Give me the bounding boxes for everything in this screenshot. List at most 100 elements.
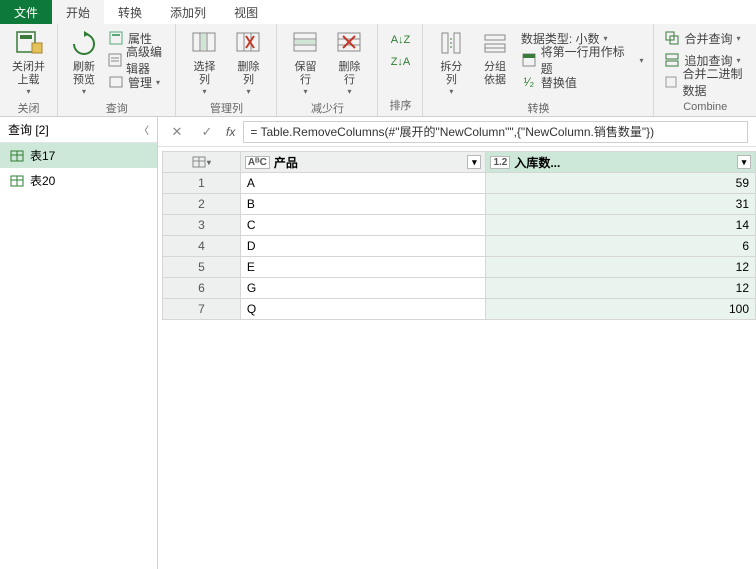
cell-product[interactable]: E (240, 257, 486, 278)
choose-columns-button[interactable]: 选择 列 ▾ (182, 26, 226, 98)
column-header-product[interactable]: AᴮC 产品 ▾ (240, 152, 486, 173)
cell-product[interactable]: A (240, 173, 486, 194)
query-item-0[interactable]: 表17 (0, 143, 157, 168)
cell-stock[interactable]: 6 (486, 236, 756, 257)
advanced-editor-button[interactable]: 高级编辑器 (104, 50, 169, 70)
replace-values-button[interactable]: ¹⁄₂ 替换值 (517, 72, 648, 92)
grid-corner[interactable]: ▾ (163, 152, 241, 173)
tab-transform[interactable]: 转换 (104, 0, 156, 24)
table-row[interactable]: 4D6 (163, 236, 756, 257)
group-close-label: 关闭 (6, 98, 51, 119)
collapse-pane-icon[interactable]: 〈 (139, 122, 149, 137)
formula-accept-button[interactable]: ✓ (196, 121, 218, 143)
group-combine: 合并查询 ▾ 追加查询 ▾ 合并二进制数据 Combine (654, 24, 756, 116)
tab-addcolumn[interactable]: 添加列 (156, 0, 220, 24)
refresh-label: 刷新 预览 (73, 61, 95, 87)
remove-columns-label: 删除 列 (237, 61, 259, 87)
group-reduce-rows: 保留 行 ▾ 删除 行 ▾ 减少行 (277, 24, 378, 116)
type-text-icon: AᴮC (245, 156, 270, 169)
keep-rows-button[interactable]: 保留 行 ▾ (283, 26, 327, 98)
dropdown-icon: ▾ (246, 87, 250, 96)
remove-rows-button[interactable]: 删除 行 ▾ (327, 26, 371, 98)
group-combine-label: Combine (660, 99, 750, 116)
replace-values-label: 替换值 (541, 74, 577, 91)
remove-columns-button[interactable]: 删除 列 ▾ (226, 26, 270, 98)
table-row[interactable]: 2B31 (163, 194, 756, 215)
sort-asc-button[interactable]: A↓Z (388, 30, 412, 50)
cell-product[interactable]: Q (240, 299, 486, 320)
row-header[interactable]: 1 (163, 173, 241, 194)
cell-product[interactable]: D (240, 236, 486, 257)
sort-asc-icon: A↓Z (392, 32, 408, 48)
column-header-stock[interactable]: 1.2 入库数... ▾ (486, 152, 756, 173)
cell-product[interactable]: C (240, 215, 486, 236)
dropdown-icon: ▾ (26, 87, 30, 96)
row-header[interactable]: 5 (163, 257, 241, 278)
queries-pane-title: 查询 [2] (8, 121, 49, 138)
split-column-button[interactable]: 拆分 列 ▾ (429, 26, 473, 98)
table-row[interactable]: 7Q100 (163, 299, 756, 320)
group-by-button[interactable]: 分组 依据 (473, 26, 517, 89)
cell-stock[interactable]: 59 (486, 173, 756, 194)
row-header[interactable]: 4 (163, 236, 241, 257)
cell-product[interactable]: G (240, 278, 486, 299)
sort-desc-button[interactable]: Z↓A (388, 52, 412, 72)
ribbon: 关闭并 上载 ▾ 关闭 刷新 预览 ▾ 属性 高级编 (0, 24, 756, 117)
dropdown-icon: ▾ (639, 56, 643, 65)
merge-queries-button[interactable]: 合并查询 ▾ (660, 28, 750, 48)
remove-rows-label: 删除 行 (338, 61, 360, 87)
table-row[interactable]: 6G12 (163, 278, 756, 299)
properties-icon (108, 30, 124, 46)
cell-product[interactable]: B (240, 194, 486, 215)
table-header-icon (521, 52, 537, 68)
table-row[interactable]: 3C14 (163, 215, 756, 236)
keep-rows-icon (289, 28, 321, 60)
tab-file[interactable]: 文件 (0, 0, 52, 24)
group-by-icon (479, 28, 511, 60)
tab-home[interactable]: 开始 (52, 0, 104, 24)
row-header[interactable]: 2 (163, 194, 241, 215)
row-header[interactable]: 7 (163, 299, 241, 320)
first-row-headers-button[interactable]: 将第一行用作标题 ▾ (517, 50, 648, 70)
dropdown-icon: ▾ (737, 34, 741, 43)
tab-view[interactable]: 视图 (220, 0, 272, 24)
table-icon (10, 174, 24, 188)
choose-columns-icon (188, 28, 220, 60)
binary-icon (664, 74, 678, 90)
refresh-icon (68, 28, 100, 60)
cell-stock[interactable]: 12 (486, 278, 756, 299)
dropdown-icon: ▾ (303, 87, 307, 96)
close-and-load-button[interactable]: 关闭并 上载 ▾ (6, 26, 51, 98)
column-filter-button[interactable]: ▾ (737, 155, 751, 169)
close-load-label: 关闭并 上载 (12, 61, 45, 87)
row-header[interactable]: 3 (163, 215, 241, 236)
close-load-icon (13, 28, 45, 60)
formula-cancel-button[interactable]: ✕ (166, 121, 188, 143)
row-header[interactable]: 6 (163, 278, 241, 299)
column-filter-button[interactable]: ▾ (467, 155, 481, 169)
refresh-preview-button[interactable]: 刷新 预览 ▾ (64, 26, 104, 98)
type-decimal-icon: 1.2 (490, 156, 510, 169)
query-item-1[interactable]: 表20 (0, 168, 157, 193)
work-area: ✕ ✓ fx ▾ AᴮC 产品 ▾ 1.2 入库数... (158, 117, 756, 569)
manage-query-button[interactable]: 管理 ▾ (104, 72, 169, 92)
cell-stock[interactable]: 100 (486, 299, 756, 320)
tabstrip: 文件 开始 转换 添加列 视图 (0, 0, 756, 24)
table-row[interactable]: 5E12 (163, 257, 756, 278)
combine-binary-button[interactable]: 合并二进制数据 (660, 72, 750, 92)
cell-stock[interactable]: 31 (486, 194, 756, 215)
queries-pane-header: 查询 [2] 〈 (0, 117, 157, 143)
replace-icon: ¹⁄₂ (521, 74, 537, 90)
column-header-label: 入库数... (514, 154, 560, 171)
data-grid: ▾ AᴮC 产品 ▾ 1.2 入库数... ▾ 1A592B313C1 (162, 151, 756, 320)
group-query: 刷新 预览 ▾ 属性 高级编辑器 管理 ▾ 查询 (58, 24, 176, 116)
table-icon (10, 149, 24, 163)
cell-stock[interactable]: 12 (486, 257, 756, 278)
formula-bar: ✕ ✓ fx (158, 117, 756, 147)
group-by-label: 分组 依据 (484, 61, 506, 87)
table-row[interactable]: 1A59 (163, 173, 756, 194)
formula-input[interactable] (243, 121, 748, 143)
cell-stock[interactable]: 14 (486, 215, 756, 236)
group-manage-columns-label: 管理列 (182, 98, 270, 119)
choose-columns-label: 选择 列 (193, 61, 215, 87)
